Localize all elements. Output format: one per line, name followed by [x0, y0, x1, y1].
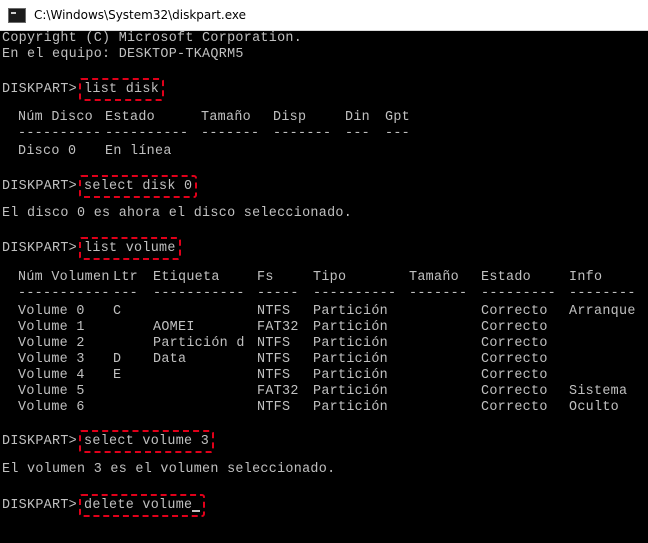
volume-table-cell: Tipo [313, 270, 347, 285]
volume-table-cell: NTFS [257, 368, 291, 383]
volume-table-cell: Partición d [153, 336, 245, 351]
volume-table-cell: D [113, 352, 122, 367]
disk-table-cell: ---------- [105, 126, 189, 141]
disk-table-cell: Disco 0 [18, 144, 77, 159]
command-line: DISKPART> select volume 3 [2, 430, 215, 453]
window-title: C:\Windows\System32\diskpart.exe [34, 8, 246, 22]
volume-table-cell: --------- [481, 286, 557, 301]
volume-table-cell: Ltr [113, 270, 139, 285]
volume-table-cell: Correcto [481, 320, 548, 335]
volume-table-cell: Fs [257, 270, 274, 285]
volume-table-cell: Volume 5 [18, 384, 85, 399]
volume-table-cell: Partición [313, 336, 389, 351]
volume-table-cell: NTFS [257, 304, 291, 319]
volume-table-cell: Partición [313, 368, 389, 383]
command-highlight: list volume [79, 237, 181, 260]
volume-table-cell: Info [569, 270, 603, 285]
volume-table-cell: Partición [313, 320, 389, 335]
prompt: DISKPART> [2, 434, 78, 449]
volume-table-cell: Correcto [481, 304, 548, 319]
disk-table-cell: Disp [273, 110, 307, 125]
volume-table-cell: Correcto [481, 400, 548, 415]
volume-table-cell: Partición [313, 352, 389, 367]
volume-table-cell: Volume 3 [18, 352, 85, 367]
command-text: select volume 3 [84, 434, 210, 449]
volume-table-cell: Correcto [481, 336, 548, 351]
volume-table-cell: ---------- [313, 286, 397, 301]
volume-table-cell: -------- [569, 286, 636, 301]
volume-table-cell: ----------- [18, 286, 110, 301]
command-line: DISKPART> delete volume [2, 494, 206, 517]
command-text: delete volume [84, 498, 193, 513]
disk-table-cell: ---------- [18, 126, 102, 141]
volume-table-cell: Correcto [481, 384, 548, 399]
prompt: DISKPART> [2, 179, 78, 194]
disk-table-cell: Núm Disco [18, 110, 94, 125]
command-highlight: select volume 3 [79, 430, 215, 453]
volume-table-cell: NTFS [257, 352, 291, 367]
disk-table-cell: Gpt [385, 110, 411, 125]
prompt: DISKPART> [2, 82, 78, 97]
message-line: El disco 0 es ahora el disco seleccionad… [2, 206, 353, 221]
command-highlight: list disk [79, 78, 165, 101]
volume-table-cell: ------- [409, 286, 468, 301]
volume-table-cell: FAT32 [257, 384, 299, 399]
disk-table-cell: En línea [105, 144, 172, 159]
volume-table-cell: Núm Volumen [18, 270, 110, 285]
volume-table-cell: Correcto [481, 368, 548, 383]
title-bar[interactable]: C:\Windows\System32\diskpart.exe [0, 0, 648, 31]
volume-table-cell: Estado [481, 270, 532, 285]
volume-table-cell: E [113, 368, 122, 383]
volume-table-cell: Tamaño [409, 270, 460, 285]
disk-table-cell: --- [345, 126, 371, 141]
volume-table-cell: C [113, 304, 122, 319]
volume-table-cell: Oculto [569, 400, 620, 415]
volume-table-cell: Volume 2 [18, 336, 85, 351]
volume-table-cell: Partición [313, 384, 389, 399]
disk-table-cell: ------- [201, 126, 260, 141]
computer-line: En el equipo: DESKTOP-TKAQRM5 [2, 47, 244, 62]
volume-table-cell: --- [113, 286, 139, 301]
disk-table-cell: Tamaño [201, 110, 252, 125]
disk-table-cell: Estado [105, 110, 156, 125]
prompt: DISKPART> [2, 498, 78, 513]
volume-table-cell: Partición [313, 304, 389, 319]
prompt: DISKPART> [2, 241, 78, 256]
command-line: DISKPART> list disk [2, 78, 165, 101]
volume-table-cell: Correcto [481, 352, 548, 367]
copyright-line: Copyright (C) Microsoft Corporation. [2, 31, 303, 46]
volume-table-cell: Volume 1 [18, 320, 85, 335]
volume-table-cell: NTFS [257, 336, 291, 351]
volume-table-cell: ----- [257, 286, 299, 301]
disk-table-cell: --- [385, 126, 411, 141]
command-highlight[interactable]: delete volume [79, 494, 206, 517]
command-text: list volume [84, 241, 176, 256]
disk-table-cell: Din [345, 110, 371, 125]
volume-table-cell: Volume 6 [18, 400, 85, 415]
volume-table-cell: Etiqueta [153, 270, 220, 285]
command-text: list disk [84, 82, 160, 97]
volume-table-cell: ----------- [153, 286, 245, 301]
command-text: select disk 0 [84, 179, 193, 194]
text-cursor [192, 510, 201, 512]
volume-table-cell: Sistema [569, 384, 628, 399]
console-app-icon [8, 7, 26, 23]
volume-table-cell: Partición [313, 400, 389, 415]
command-line: DISKPART> list volume [2, 237, 181, 260]
volume-table-cell: Data [153, 352, 187, 367]
message-line: El volumen 3 es el volumen seleccionado. [2, 462, 336, 477]
volume-table-cell: Volume 0 [18, 304, 85, 319]
disk-table-cell: ------- [273, 126, 332, 141]
command-highlight: select disk 0 [79, 175, 198, 198]
volume-table-cell: Volume 4 [18, 368, 85, 383]
volume-table-cell: AOMEI [153, 320, 195, 335]
console-output[interactable]: Copyright (C) Microsoft Corporation. En … [0, 31, 648, 543]
command-line: DISKPART> select disk 0 [2, 175, 198, 198]
console-window: C:\Windows\System32\diskpart.exe Copyrig… [0, 0, 648, 543]
volume-table-cell: FAT32 [257, 320, 299, 335]
volume-table-cell: Arranque [569, 304, 636, 319]
volume-table-cell: NTFS [257, 400, 291, 415]
